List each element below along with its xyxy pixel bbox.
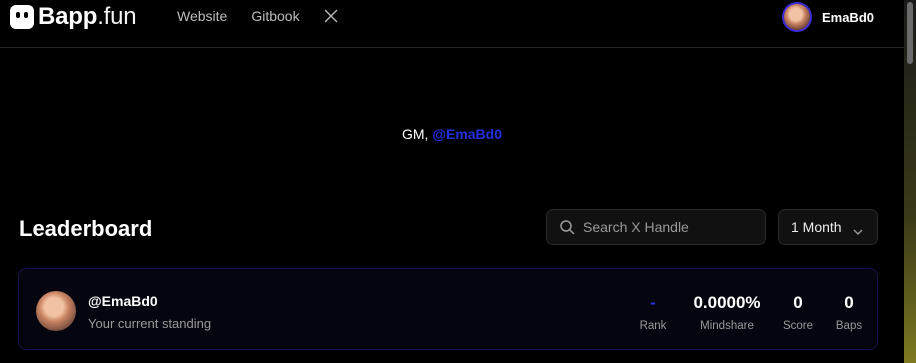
top-navbar: Bapp.fun Website Gitbook EmaBd0 — [0, 0, 904, 48]
greeting-prefix: GM, — [401, 126, 433, 142]
logo-text-bold: Bapp — [38, 3, 98, 30]
stat-score-value: 0 — [793, 293, 803, 312]
logo-text: Bapp.fun — [38, 3, 137, 31]
logo[interactable]: Bapp.fun — [10, 3, 137, 31]
nav-link-website[interactable]: Website — [177, 8, 227, 24]
logo-icon — [10, 5, 34, 29]
stat-score: 0 Score — [779, 293, 817, 332]
logo-text-light: .fun — [97, 3, 137, 30]
current-standing-card: @EmaBd0 Your current standing - Rank 0.0… — [18, 268, 878, 350]
stat-baps: 0 Baps — [831, 293, 867, 332]
greeting-handle[interactable]: @EmaBd0 — [432, 126, 502, 142]
user-name: EmaBd0 — [821, 9, 874, 25]
scrollbar[interactable] — [904, 0, 916, 363]
stat-rank: - Rank — [636, 293, 670, 332]
period-select[interactable]: 1 Month — [778, 209, 878, 245]
search-icon — [559, 219, 575, 235]
avatar — [36, 291, 76, 331]
avatar[interactable] — [781, 2, 812, 32]
nav-link-gitbook[interactable]: Gitbook — [251, 8, 299, 24]
nav-links: Website Gitbook — [177, 8, 338, 24]
search-input[interactable] — [583, 219, 753, 235]
standing-handle: @EmaBd0 — [88, 293, 158, 309]
x-twitter-icon[interactable] — [324, 9, 338, 23]
period-select-value: 1 Month — [791, 219, 842, 235]
stat-mindshare-value: 0.0000% — [693, 293, 761, 312]
stat-rank-label: Rank — [639, 320, 667, 332]
scrollbar-thumb[interactable] — [907, 2, 913, 64]
greeting: GM, @EmaBd0 — [0, 126, 904, 142]
standing-subtitle: Your current standing — [88, 316, 212, 331]
stat-mindshare-label: Mindshare — [700, 320, 754, 332]
stat-rank-value: - — [650, 293, 656, 312]
stat-mindshare: 0.0000% Mindshare — [689, 293, 765, 332]
search-box[interactable] — [546, 209, 766, 245]
chevron-down-icon — [853, 223, 863, 235]
user-menu[interactable]: EmaBd0 — [781, 2, 874, 32]
page-title: Leaderboard — [19, 216, 153, 241]
stat-baps-label: Baps — [835, 320, 863, 332]
stat-baps-value: 0 — [844, 293, 854, 312]
stat-score-label: Score — [782, 320, 814, 332]
